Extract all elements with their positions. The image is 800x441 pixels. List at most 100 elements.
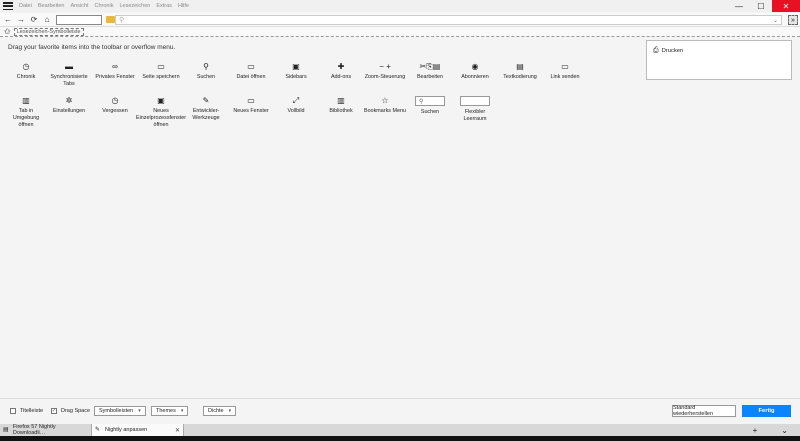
palette-item-new-non-e10s-window[interactable]: ▣ Neues Einzelprozessfenster öffnen bbox=[136, 96, 186, 129]
cut-copy-paste-icon: ✂⎘▤ bbox=[419, 62, 441, 71]
palette-item-preferences[interactable]: ✲ Einstellungen bbox=[48, 96, 90, 115]
fullscreen-icon: ⤢ bbox=[292, 96, 300, 105]
bookmarks-toolbar-items[interactable]: Lesezeichen-Symbolleiste bbox=[13, 27, 84, 36]
page-icon: ▤ bbox=[3, 426, 9, 433]
forget-icon: ◷ bbox=[111, 96, 119, 105]
open-file-icon: ▭ bbox=[247, 62, 255, 71]
close-window-icon[interactable]: ✕ bbox=[772, 0, 800, 12]
wrench-icon: ✎ bbox=[202, 96, 210, 105]
overflow-menu-button[interactable]: » bbox=[788, 15, 798, 25]
palette-item-search[interactable]: ⚲ Suchen bbox=[185, 62, 227, 81]
customize-footer: Titelleiste ✓ Drag Space Symbolleisten ▾… bbox=[0, 398, 800, 424]
tab-downloads[interactable]: ▤ Firefox 57 Nightly Downloadli… bbox=[0, 424, 92, 436]
feed-icon: ◉ bbox=[471, 62, 479, 71]
chevron-down-icon: ▾ bbox=[180, 408, 184, 414]
os-taskbar bbox=[0, 436, 800, 441]
themes-dropdown[interactable]: Themes ▾ bbox=[151, 406, 189, 416]
email-link-icon: ▭ bbox=[561, 62, 569, 71]
customize-instruction: Drag your favorite items into the toolba… bbox=[8, 44, 176, 51]
url-dropdown-icon[interactable]: ⌄ bbox=[773, 17, 778, 24]
menu-datei[interactable]: Datei bbox=[19, 3, 32, 9]
reload-icon[interactable]: ⟳ bbox=[29, 15, 39, 25]
sidebars-icon: ▣ bbox=[292, 62, 300, 71]
menu-items: Datei Bearbeiten Ansicht Chronik Lesezei… bbox=[19, 3, 195, 9]
palette-item-flexible-space[interactable]: Flexibler Leerraum bbox=[454, 96, 496, 123]
close-tab-icon[interactable]: ✕ bbox=[175, 427, 180, 434]
palette-item-private-window[interactable]: ∞ Privates Fenster bbox=[94, 62, 136, 81]
done-button[interactable]: Fertig bbox=[742, 405, 791, 417]
tab-customize[interactable]: ✎ Nightly anpassen ✕ bbox=[92, 424, 184, 436]
palette-item-sidebars[interactable]: ▣ Sidebars bbox=[275, 62, 317, 81]
dragspace-checkbox[interactable]: ✓ Drag Space bbox=[51, 408, 90, 414]
zoom-icon: − + bbox=[379, 62, 391, 71]
addons-icon: ✚ bbox=[337, 62, 345, 71]
search-icon: ⚲ bbox=[119, 17, 125, 24]
palette-item-search-box[interactable]: ⚲ Suchen bbox=[409, 96, 451, 116]
palette-item-save-page[interactable]: ▭ Seite speichern bbox=[140, 62, 182, 81]
palette-item-chronik[interactable]: ◷ Chronik bbox=[5, 62, 47, 81]
text-encoding-icon: ▤ bbox=[516, 62, 524, 71]
library-icon: ▥ bbox=[337, 96, 345, 105]
search-icon: ⚲ bbox=[419, 98, 424, 105]
synced-tabs-icon: ▬ bbox=[65, 62, 73, 71]
bookmarks-toolbar: ✩ Lesezeichen-Symbolleiste bbox=[0, 27, 800, 37]
palette-item-subscribe[interactable]: ◉ Abonnieren bbox=[454, 62, 496, 81]
home-icon[interactable]: ⌂ bbox=[42, 15, 52, 25]
menu-extras[interactable]: Extras bbox=[156, 3, 172, 9]
palette-item-containers[interactable]: ▥ Tab in Umgebung öffnen bbox=[5, 96, 47, 129]
gear-icon: ✲ bbox=[65, 96, 73, 105]
forward-icon[interactable]: → bbox=[16, 15, 26, 25]
palette-item-developer-tools[interactable]: ✎ Entwickler-Werkzeuge bbox=[185, 96, 227, 122]
menu-bar: Datei Bearbeiten Ansicht Chronik Lesezei… bbox=[0, 0, 800, 12]
history-icon: ◷ bbox=[22, 62, 30, 71]
toolbars-dropdown[interactable]: Symbolleisten ▾ bbox=[94, 406, 146, 416]
overflow-item-print[interactable]: ⎙ Drucken bbox=[653, 47, 791, 55]
bookmarks-menu-icon: ☆ bbox=[381, 96, 389, 105]
palette-item-text-encoding[interactable]: ▤ Textkodierung bbox=[499, 62, 541, 81]
overflow-panel: ⎙ Drucken bbox=[646, 40, 792, 80]
menu-lesezeichen[interactable]: Lesezeichen bbox=[119, 3, 150, 9]
print-icon: ⎙ bbox=[653, 47, 659, 54]
titlebar-checkbox[interactable]: Titelleiste bbox=[10, 408, 43, 414]
palette-item-bookmarks-menu[interactable]: ☆ Bookmarks Menu bbox=[364, 96, 406, 115]
titlebar-checkbox-box[interactable] bbox=[10, 408, 16, 414]
palette-item-zoom-controls[interactable]: − + Zoom-Steuerung bbox=[364, 62, 406, 81]
restore-defaults-button[interactable]: Standard wiederherstellen bbox=[672, 405, 736, 417]
palette-item-library[interactable]: ▥ Bibliothek bbox=[320, 96, 362, 115]
palette-item-addons[interactable]: ✚ Add-ons bbox=[320, 62, 362, 81]
star-icon[interactable]: ✩ bbox=[4, 27, 11, 36]
palette-item-email-link[interactable]: ▭ Link senden bbox=[544, 62, 586, 81]
window-controls: — ☐ ✕ bbox=[728, 0, 800, 12]
tab-strip: ▤ Firefox 57 Nightly Downloadli… ✎ Night… bbox=[0, 424, 800, 436]
downloads-folder-icon[interactable] bbox=[106, 16, 115, 23]
palette-item-edit-controls[interactable]: ✂⎘▤ Bearbeiten bbox=[409, 62, 451, 81]
density-dropdown[interactable]: Dichte ▾ bbox=[203, 406, 237, 416]
palette-item-new-window[interactable]: ▭ Neues Fenster bbox=[230, 96, 272, 115]
back-icon[interactable]: ← bbox=[3, 15, 13, 25]
search-box-preview: ⚲ bbox=[415, 96, 445, 106]
containers-icon: ▥ bbox=[22, 96, 30, 105]
palette-item-open-file[interactable]: ▭ Datei öffnen bbox=[230, 62, 272, 81]
flexible-space-preview bbox=[460, 96, 490, 106]
menu-bearbeiten[interactable]: Bearbeiten bbox=[38, 3, 65, 9]
private-window-icon: ∞ bbox=[112, 62, 118, 71]
toolbar-search-input[interactable] bbox=[56, 14, 102, 25]
menu-ansicht[interactable]: Ansicht bbox=[70, 3, 88, 9]
palette-item-forget[interactable]: ◷ Vergessen bbox=[94, 96, 136, 115]
maximize-icon[interactable]: ☐ bbox=[750, 0, 772, 12]
palette-item-fullscreen[interactable]: ⤢ Vollbild bbox=[275, 96, 317, 115]
new-tab-icon[interactable]: + bbox=[753, 426, 758, 435]
chevron-down-icon: ▾ bbox=[228, 408, 232, 414]
save-page-icon: ▭ bbox=[157, 62, 165, 71]
palette-item-synced-tabs[interactable]: ▬ Synchronisierte Tabs bbox=[48, 62, 90, 88]
search-icon: ⚲ bbox=[203, 62, 209, 71]
menu-chronik[interactable]: Chronik bbox=[95, 3, 114, 9]
tab-strip-controls: + ⌄ bbox=[741, 424, 800, 436]
chevron-down-icon: ▾ bbox=[138, 408, 141, 414]
dragspace-check-icon[interactable]: ✓ bbox=[51, 408, 57, 414]
tab-list-icon[interactable]: ⌄ bbox=[781, 426, 788, 435]
url-bar[interactable]: ⚲ ⌄ bbox=[115, 15, 782, 25]
hamburger-menu-icon[interactable] bbox=[3, 2, 13, 10]
menu-hilfe[interactable]: Hilfe bbox=[178, 3, 189, 9]
minimize-icon[interactable]: — bbox=[728, 0, 750, 12]
